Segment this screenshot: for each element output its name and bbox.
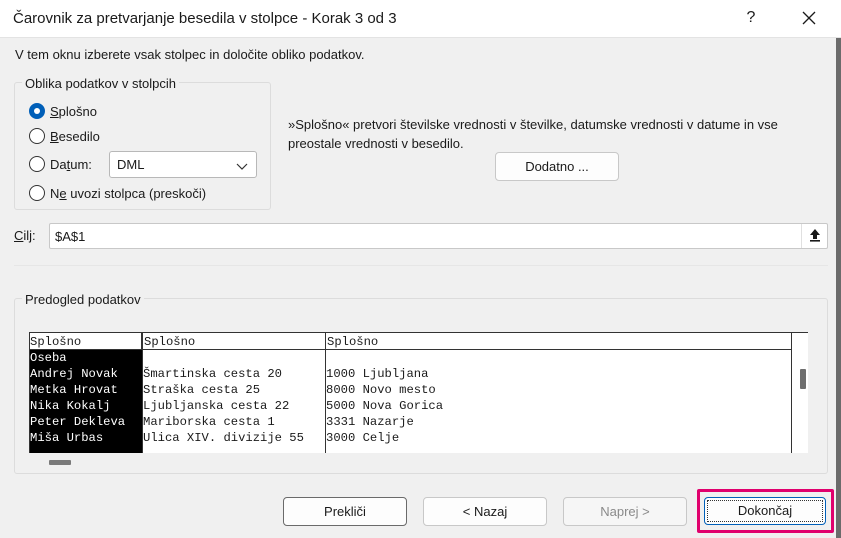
radio-date-rest: um: bbox=[70, 156, 92, 172]
advanced-button-label: Dodatno ... bbox=[525, 159, 589, 174]
preview-cell: Andrej Novak bbox=[30, 367, 118, 381]
column-header[interactable]: Splošno bbox=[326, 333, 791, 350]
cancel-button-label: Prekliči bbox=[324, 504, 366, 519]
radio-general[interactable]: Splošno bbox=[29, 101, 97, 121]
next-button-label: Naprej > bbox=[600, 504, 650, 519]
preview-cell: 3000 Celje bbox=[326, 431, 400, 445]
radio-text-mnemonic: B bbox=[50, 128, 59, 144]
radio-button[interactable] bbox=[29, 185, 45, 201]
data-preview[interactable]: Splošno Oseba Andrej Novak Metka Hrovat … bbox=[29, 332, 808, 453]
preview-cell: 8000 Novo mesto bbox=[326, 383, 436, 397]
preview-cell: 1000 Ljubljana bbox=[326, 367, 429, 381]
focus-ring bbox=[707, 500, 823, 522]
radio-skip-label: Ne uvozi stolpca (preskoči) bbox=[50, 186, 206, 201]
preview-cell: Oseba bbox=[30, 351, 67, 365]
preview-cell: Miša Urbas bbox=[30, 431, 104, 445]
back-button[interactable]: < Nazaj bbox=[423, 497, 547, 526]
next-button[interactable]: Naprej > bbox=[563, 497, 687, 526]
finish-button[interactable]: Dokončaj bbox=[704, 497, 826, 525]
destination-value: $A$1 bbox=[55, 229, 86, 244]
preview-column-1[interactable]: Splošno Oseba Andrej Novak Metka Hrovat … bbox=[30, 333, 142, 453]
date-format-value: DML bbox=[117, 157, 145, 172]
preview-cell bbox=[143, 350, 325, 366]
radio-general-rest: plošno bbox=[58, 103, 97, 119]
destination-mnemonic: C bbox=[14, 228, 24, 243]
radio-date[interactable]: Datum: bbox=[29, 154, 92, 174]
column-header[interactable]: Splošno bbox=[143, 333, 325, 350]
close-icon bbox=[802, 11, 816, 25]
format-description: »Splošno« pretvori številske vrednosti v… bbox=[288, 117, 778, 151]
radio-skip-prefix: N bbox=[50, 185, 60, 201]
radio-button-selected[interactable] bbox=[29, 103, 45, 119]
close-button[interactable] bbox=[793, 4, 825, 32]
radio-button[interactable] bbox=[29, 128, 45, 144]
cancel-button[interactable]: Prekliči bbox=[283, 497, 407, 526]
radio-date-label: Datum: bbox=[50, 157, 92, 172]
radio-date-prefix: Da bbox=[50, 156, 67, 172]
radio-text-rest: esedilo bbox=[58, 128, 100, 144]
preview-cell: Nika Kokalj bbox=[30, 399, 111, 413]
format-group-legend: Oblika podatkov v stolpcih bbox=[22, 76, 180, 91]
radio-skip-rest: uvozi stolpca (preskoči) bbox=[66, 185, 207, 201]
radio-skip-mnemonic: e bbox=[59, 185, 67, 201]
preview-column-2[interactable]: Splošno Šmartinska cesta 20 Straška cest… bbox=[142, 333, 326, 453]
preview-cell: Mariborska cesta 1 bbox=[143, 415, 275, 429]
preview-cell: Straška cesta 25 bbox=[143, 383, 261, 397]
radio-general-label: Splošno bbox=[50, 104, 97, 119]
divider bbox=[14, 265, 828, 266]
date-format-select[interactable]: DML bbox=[109, 151, 257, 178]
preview-cell: 5000 Nova Gorica bbox=[326, 399, 444, 413]
intro-text: V tem oknu izberete vsak stolpec in dolo… bbox=[15, 47, 365, 62]
radio-general-mnemonic: S bbox=[50, 103, 59, 119]
radio-button[interactable] bbox=[29, 156, 45, 172]
destination-input[interactable]: $A$1 bbox=[49, 223, 828, 249]
preview-cell: Metka Hrovat bbox=[30, 383, 118, 397]
destination-label: Cilj: bbox=[14, 228, 36, 243]
upload-arrow-icon bbox=[810, 229, 820, 242]
advanced-button[interactable]: Dodatno ... bbox=[495, 152, 619, 181]
preview-cell: Ulica XIV. divizije 55 bbox=[143, 431, 304, 445]
collapse-dialog-button[interactable] bbox=[801, 224, 827, 248]
preview-column-3[interactable]: Splošno 1000 Ljubljana 8000 Novo mesto 5… bbox=[326, 333, 792, 453]
preview-legend: Predogled podatkov bbox=[22, 292, 144, 307]
preview-cell: Peter Dekleva bbox=[30, 415, 126, 429]
horizontal-scrollbar-thumb[interactable] bbox=[49, 460, 71, 465]
radio-skip[interactable]: Ne uvozi stolpca (preskoči) bbox=[29, 183, 206, 203]
window-edge bbox=[836, 38, 841, 538]
vertical-scrollbar-thumb[interactable] bbox=[800, 369, 806, 389]
title-bar: Čarovnik za pretvarjanje besedila v stol… bbox=[0, 0, 841, 38]
preview-cell: Ljubljanska cesta 22 bbox=[143, 399, 290, 413]
back-button-label: < Nazaj bbox=[462, 504, 508, 519]
destination-rest: ilj: bbox=[23, 228, 36, 243]
preview-cell: 3331 Nazarje bbox=[326, 415, 414, 429]
column-header[interactable]: Splošno bbox=[30, 333, 142, 350]
chevron-down-icon bbox=[236, 159, 248, 174]
window-title: Čarovnik za pretvarjanje besedila v stol… bbox=[13, 10, 397, 27]
help-button[interactable]: ? bbox=[738, 4, 764, 32]
radio-text[interactable]: Besedilo bbox=[29, 126, 100, 146]
preview-cell bbox=[326, 350, 791, 366]
preview-cell: Šmartinska cesta 20 bbox=[143, 367, 282, 381]
radio-text-label: Besedilo bbox=[50, 129, 100, 144]
